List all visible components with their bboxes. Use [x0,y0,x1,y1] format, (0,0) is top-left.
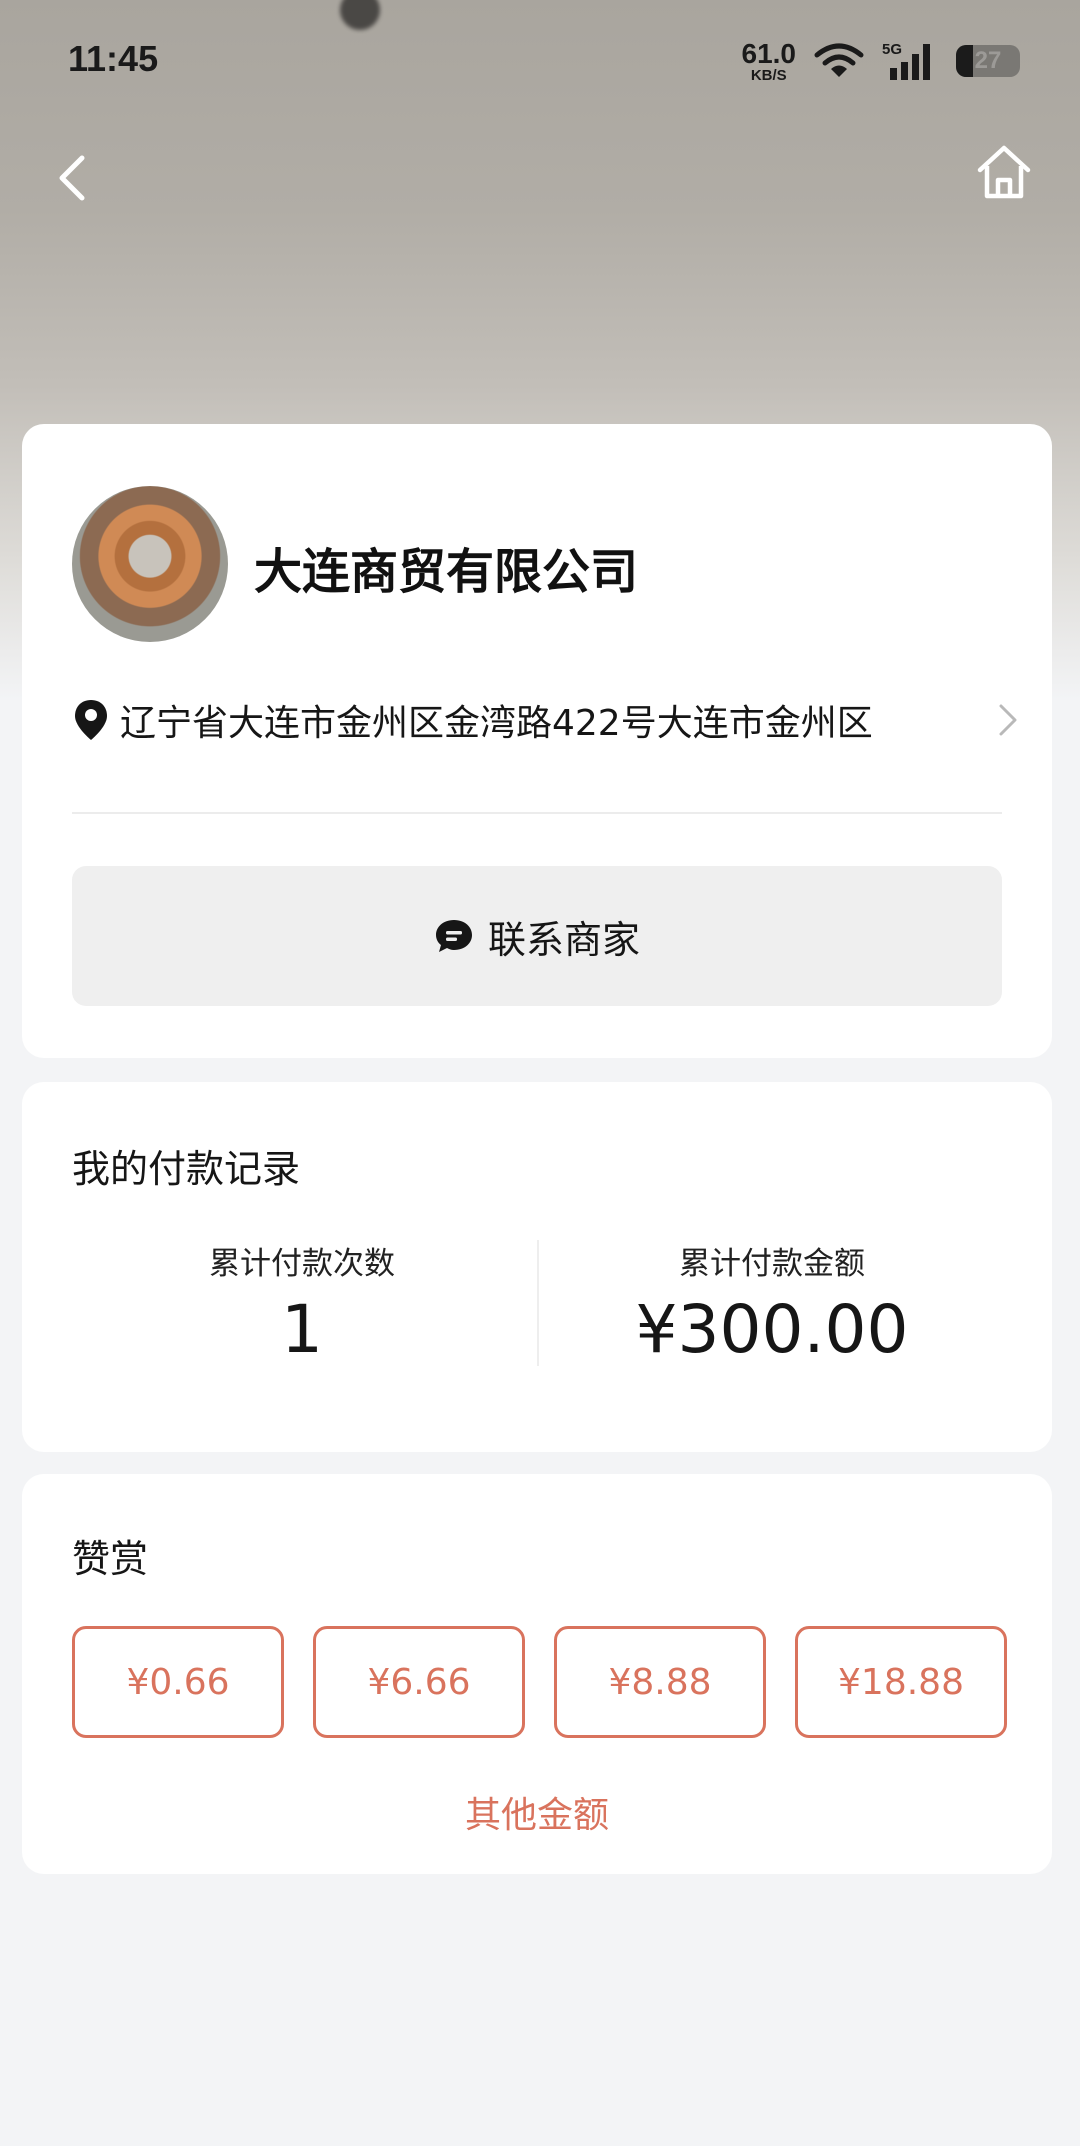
battery-icon: 27 [956,45,1020,77]
payment-count-label: 累计付款次数 [209,1246,395,1282]
home-button[interactable] [974,142,1034,202]
merchant-avatar[interactable] [72,486,228,642]
network-speed-unit: KB/S [750,66,787,84]
home-icon [977,145,1031,199]
network-speed-value: 61.0 [741,37,797,69]
network-speed: 61.0 KB/S [741,37,797,84]
payment-records-card: 我的付款记录 累计付款次数 1 累计付款金额 ¥300.00 [22,1082,1052,1452]
contact-merchant-label: 联系商家 [487,917,640,962]
other-amount-link[interactable]: 其他金额 [22,1786,1052,1838]
page: 11:45 61.0 KB/S 5G 27 大连商贸有限公司 辽宁省大连市金州区… [0,0,1080,2146]
chat-bubble-icon [435,920,472,952]
payment-count-stat: 累计付款次数 1 [72,1238,532,1368]
status-icons: 61.0 KB/S 5G 27 [741,37,1020,84]
merchant-card: 大连商贸有限公司 辽宁省大连市金州区金湾路422号大连市金州区 联系商家 [22,424,1052,1058]
reward-amount-button[interactable]: ¥0.66 [72,1626,284,1738]
section-title: 我的付款记录 [72,1147,301,1191]
cellular-signal-icon: 5G [882,40,938,82]
address-text: 辽宁省大连市金州区金湾路422号大连市金州区 [120,703,873,744]
location-pin-icon [75,700,107,740]
status-time: 11:45 [68,38,159,79]
divider [72,812,1002,814]
reward-amount-button[interactable]: ¥6.66 [313,1626,525,1738]
reward-amount-button[interactable]: ¥8.88 [554,1626,766,1738]
network-type: 5G [882,41,902,58]
chevron-left-icon [59,155,85,201]
chevron-right-icon [999,704,1017,736]
vertical-divider [537,1240,539,1366]
back-button[interactable] [48,148,98,208]
payment-total-value: ¥300.00 [635,1291,909,1368]
section-title: 赞赏 [72,1537,149,1581]
reward-card: 赞赏 ¥0.66 ¥6.66 ¥8.88 ¥18.88 其他金额 [22,1474,1052,1874]
battery-level: 27 [974,47,1002,74]
battery-fill [956,45,974,77]
address-row[interactable]: 辽宁省大连市金州区金湾路422号大连市金州区 [72,686,1022,754]
payment-total-label: 累计付款金额 [679,1246,865,1282]
wifi-icon [814,41,864,81]
status-bar: 11:45 61.0 KB/S 5G 27 [0,0,1080,120]
contact-merchant-button[interactable]: 联系商家 [72,866,1002,1006]
reward-amount-button[interactable]: ¥18.88 [795,1626,1007,1738]
payment-total-stat: 累计付款金额 ¥300.00 [542,1238,1002,1368]
payment-count-value: 1 [281,1291,323,1368]
merchant-name: 大连商贸有限公司 [254,544,639,600]
